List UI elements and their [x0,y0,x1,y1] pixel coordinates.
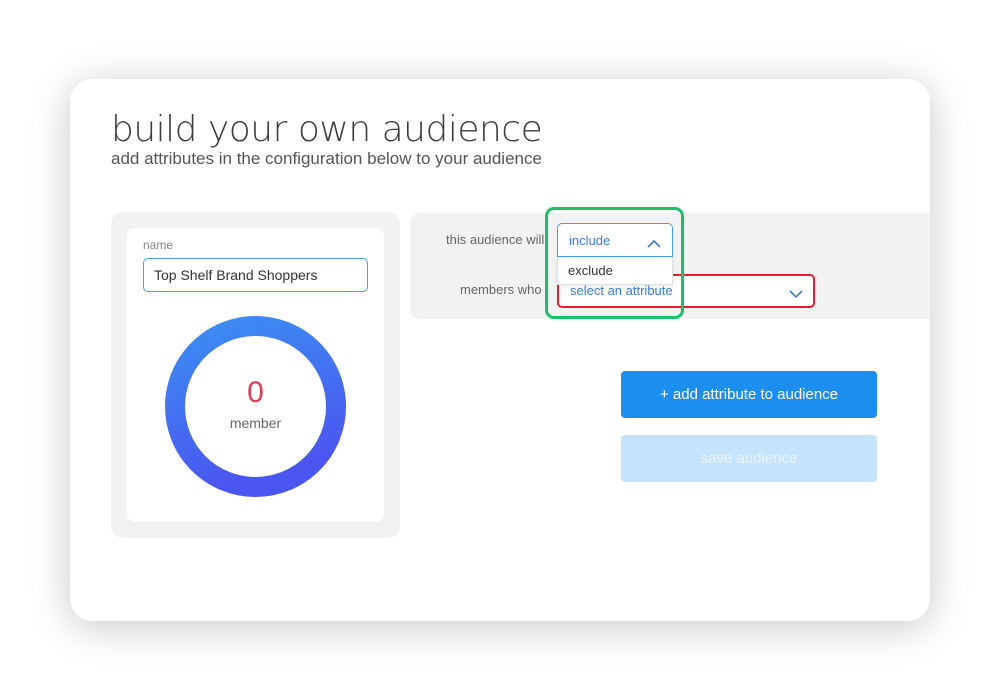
members-who-label: members who [460,282,542,297]
chevron-down-icon [789,286,803,304]
name-label: name [143,238,174,252]
audience-will-label: this audience will [446,232,545,247]
page-subtitle: add attributes in the configuration belo… [111,149,542,168]
page-title: build your own audience [111,109,543,150]
include-select-value: include [569,233,611,248]
dropdown-option-exclude[interactable]: exclude [568,263,613,278]
chevron-up-icon [647,236,661,254]
member-count-gauge: 0 member [165,316,346,497]
audience-name-input[interactable] [143,258,368,292]
save-audience-button[interactable]: save audience [621,435,877,482]
member-label: member [229,415,282,431]
attribute-select-placeholder: select an attribute [570,283,673,298]
audience-builder-card: build your own audience add attributes i… [70,79,930,621]
audience-summary-panel: name 0 member [111,212,400,538]
add-attribute-button[interactable]: + add attribute to audience [621,371,877,418]
include-select-dropdown: exclude [557,257,673,285]
member-count: 0 [247,376,264,409]
audience-summary-card: name 0 member [127,228,384,522]
include-exclude-select[interactable]: include [557,223,673,257]
